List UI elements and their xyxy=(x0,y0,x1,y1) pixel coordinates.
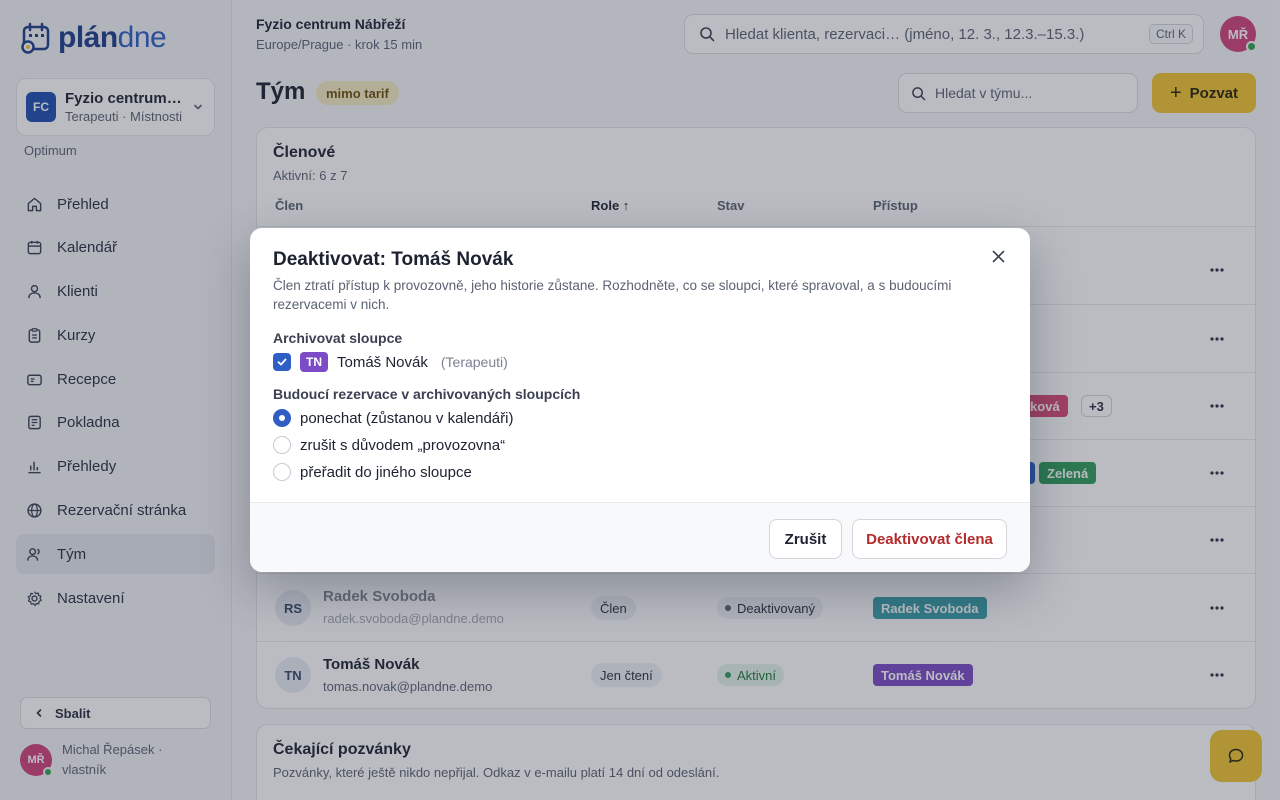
column-color-tag: TN xyxy=(300,352,328,372)
archive-column-checkbox-row[interactable]: TN Tomáš Novák (Terapeuti) xyxy=(273,352,508,372)
checkmark-icon xyxy=(277,358,287,366)
option-label: přeřadit do jiného sloupce xyxy=(300,463,472,481)
radio-button[interactable] xyxy=(273,436,291,454)
deactivate-member-dialog: Deaktivovat: Tomáš Novák Člen ztratí pří… xyxy=(250,228,1030,572)
dialog-footer: Zrušit Deaktivovat člena xyxy=(250,502,1030,572)
dialog-description: Člen ztratí přístup k provozovně, jeho h… xyxy=(273,278,952,312)
cancel-button[interactable]: Zrušit xyxy=(769,519,842,559)
option-label: ponechat (zůstanou v kalendáři) xyxy=(300,409,514,427)
dialog-title: Deaktivovat: Tomáš Novák xyxy=(273,249,514,270)
radio-button[interactable] xyxy=(273,463,291,481)
future-bookings-label: Budoucí rezervace v archivovaných sloupc… xyxy=(273,386,581,402)
column-team: (Terapeuti) xyxy=(440,354,508,370)
radio-button[interactable] xyxy=(273,409,291,427)
archive-column-checkbox[interactable] xyxy=(273,353,291,371)
archive-columns-label: Archivovat sloupce xyxy=(273,330,403,346)
option-reassign[interactable]: přeřadit do jiného sloupce xyxy=(273,463,472,481)
close-button[interactable] xyxy=(988,246,1008,266)
option-label: zrušit s důvodem „provozovna“ xyxy=(300,436,506,454)
close-icon xyxy=(992,250,1004,262)
option-keep[interactable]: ponechat (zůstanou v kalendáři) xyxy=(273,409,513,427)
deactivate-member-button[interactable]: Deaktivovat člena xyxy=(852,519,1007,559)
option-cancel[interactable]: zrušit s důvodem „provozovna“ xyxy=(273,436,505,454)
column-name: Tomáš Novák xyxy=(337,353,428,371)
